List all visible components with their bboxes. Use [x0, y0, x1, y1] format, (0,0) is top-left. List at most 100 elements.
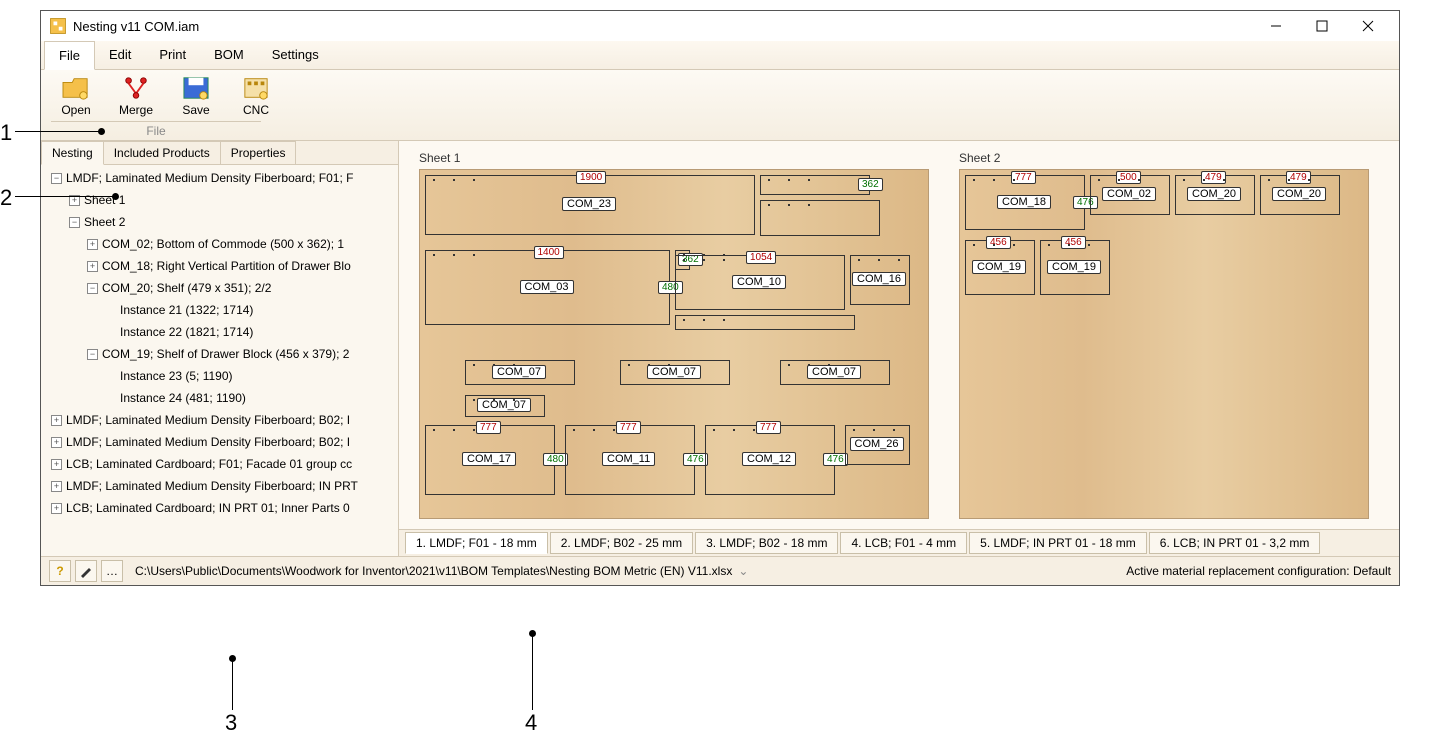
tree-row[interactable]: −COM_19; Shelf of Drawer Block (456 x 37…: [41, 343, 398, 365]
tree-item-label: COM_02; Bottom of Commode (500 x 362); 1: [102, 237, 344, 251]
edit-button[interactable]: [75, 560, 97, 582]
menu-print[interactable]: Print: [145, 41, 200, 69]
menu-bom[interactable]: BOM: [200, 41, 258, 69]
material-tabs: 1. LMDF; F01 - 18 mm2. LMDF; B02 - 25 mm…: [399, 529, 1399, 556]
part-label-chip: COM_23: [562, 197, 616, 211]
tree-item-label: Sheet 2: [84, 215, 125, 229]
sheet-2-surface[interactable]: COM_18777476COM_02500COM_20479COM_20479C…: [959, 169, 1369, 519]
collapse-icon[interactable]: −: [87, 283, 98, 294]
tree-row[interactable]: Instance 21 (1322; 1714): [41, 299, 398, 321]
drill-dot: [1118, 179, 1120, 181]
drill-dot: [1013, 179, 1015, 181]
expand-icon[interactable]: +: [87, 261, 98, 272]
tree-row[interactable]: +LCB; Laminated Cardboard; F01; Facade 0…: [41, 453, 398, 475]
width-dim-chip: 500: [1116, 171, 1141, 184]
drill-dot: [788, 179, 790, 181]
callout-1-dot: [98, 128, 105, 135]
part-label-chip: COM_19: [972, 260, 1026, 274]
drill-dot: [1288, 179, 1290, 181]
tree-row[interactable]: Instance 24 (481; 1190): [41, 387, 398, 409]
open-button[interactable]: Open: [51, 75, 101, 117]
tree-row[interactable]: Instance 23 (5; 1190): [41, 365, 398, 387]
width-dim-chip: 777: [756, 421, 781, 434]
drill-dot: [808, 204, 810, 206]
width-dim-chip: 456: [1061, 236, 1086, 249]
drill-dot: [1048, 244, 1050, 246]
nested-part[interactable]: [675, 315, 855, 330]
save-button[interactable]: Save: [171, 75, 221, 117]
width-dim-chip: 777: [616, 421, 641, 434]
drill-dot: [973, 179, 975, 181]
expand-icon[interactable]: +: [87, 239, 98, 250]
menu-file[interactable]: File: [44, 41, 95, 70]
material-tab[interactable]: 4. LCB; F01 - 4 mm: [840, 532, 967, 554]
merge-button[interactable]: Merge: [111, 75, 161, 117]
tree-row[interactable]: +COM_18; Right Vertical Partition of Dra…: [41, 255, 398, 277]
part-label-chip: COM_03: [520, 280, 574, 294]
nesting-tree[interactable]: − LMDF; Laminated Medium Density Fiberboa…: [41, 165, 398, 556]
sheets-area[interactable]: Sheet 1 COM_231900362COM_031400480362COM…: [399, 141, 1399, 529]
collapse-icon[interactable]: −: [51, 173, 62, 184]
drill-dot: [573, 429, 575, 431]
nested-part[interactable]: [760, 200, 880, 236]
collapse-icon[interactable]: −: [87, 349, 98, 360]
callout-4-line: [532, 635, 533, 710]
drill-dot: [768, 204, 770, 206]
tree-row[interactable]: −Sheet 2: [41, 211, 398, 233]
expand-icon[interactable]: +: [51, 459, 62, 470]
tree-row[interactable]: +LCB; Laminated Cardboard; IN PRT 01; In…: [41, 497, 398, 519]
expand-icon[interactable]: +: [51, 415, 62, 426]
drill-dot: [873, 429, 875, 431]
chevron-down-icon[interactable]: ⌄: [738, 564, 748, 578]
drill-dot: [473, 364, 475, 366]
part-label-chip: COM_19: [1047, 260, 1101, 274]
part-label-chip: COM_20: [1272, 187, 1326, 201]
cnc-button[interactable]: CNC: [231, 75, 281, 117]
more-button[interactable]: …: [101, 560, 123, 582]
expand-icon[interactable]: +: [51, 437, 62, 448]
collapse-icon[interactable]: −: [69, 217, 80, 228]
tab-properties[interactable]: Properties: [220, 141, 297, 164]
material-tab[interactable]: 2. LMDF; B02 - 25 mm: [550, 532, 693, 554]
menu-edit[interactable]: Edit: [95, 41, 145, 69]
part-label-chip: COM_07: [492, 365, 546, 379]
tab-included-products[interactable]: Included Products: [103, 141, 221, 164]
tree-row[interactable]: −LMDF; Laminated Medium Density Fiberboa…: [41, 167, 398, 189]
minimize-button[interactable]: [1253, 11, 1299, 41]
window-controls: [1253, 11, 1391, 41]
part-label-chip: COM_26: [850, 437, 904, 451]
callout-4-dot: [529, 630, 536, 637]
tree-row[interactable]: +LMDF; Laminated Medium Density Fiberboa…: [41, 431, 398, 453]
titlebar: Nesting v11 COM.iam: [41, 11, 1399, 41]
workarea: Nesting Included Products Properties − LM…: [41, 141, 1399, 556]
material-tab[interactable]: 6. LCB; IN PRT 01 - 3,2 mm: [1149, 532, 1321, 554]
maximize-button[interactable]: [1299, 11, 1345, 41]
part-label-chip: COM_02: [1102, 187, 1156, 201]
tree-item-label: LMDF; Laminated Medium Density Fiberboar…: [66, 413, 350, 427]
tab-nesting[interactable]: Nesting: [41, 141, 104, 165]
tree-row[interactable]: −COM_20; Shelf (479 x 351); 2/2: [41, 277, 398, 299]
help-button[interactable]: ?: [49, 560, 71, 582]
tree-row[interactable]: + LMDF; Laminated Medium Density Fiberboa…: [41, 475, 398, 497]
sheet-1-surface[interactable]: COM_231900362COM_031400480362COM_101054C…: [419, 169, 929, 519]
expand-icon[interactable]: +: [51, 481, 62, 492]
drill-dot: [1308, 179, 1310, 181]
tree-item-label: COM_19; Shelf of Drawer Block (456 x 379…: [102, 347, 349, 361]
drill-dot: [828, 364, 830, 366]
tree-row[interactable]: + LMDF; Laminated Medium Density Fiberboa…: [41, 409, 398, 431]
close-button[interactable]: [1345, 11, 1391, 41]
expand-icon[interactable]: +: [51, 503, 62, 514]
tree-row[interactable]: +Sheet 1: [41, 189, 398, 211]
drill-dot: [1068, 244, 1070, 246]
tree-row[interactable]: + COM_02; Bottom of Commode (500 x 362); …: [41, 233, 398, 255]
menu-settings[interactable]: Settings: [258, 41, 333, 69]
width-dim-chip: 777: [476, 421, 501, 434]
material-tab[interactable]: 3. LMDF; B02 - 18 mm: [695, 532, 838, 554]
material-tab[interactable]: 1. LMDF; F01 - 18 mm: [405, 532, 548, 554]
drill-dot: [433, 254, 435, 256]
tree-item-label: LMDF; Laminated Medium Density Fiberboar…: [66, 479, 358, 493]
tree-row[interactable]: Instance 22 (1821; 1714): [41, 321, 398, 343]
nested-part[interactable]: [760, 175, 870, 195]
material-tab[interactable]: 5. LMDF; IN PRT 01 - 18 mm: [969, 532, 1147, 554]
open-label: Open: [61, 103, 90, 117]
